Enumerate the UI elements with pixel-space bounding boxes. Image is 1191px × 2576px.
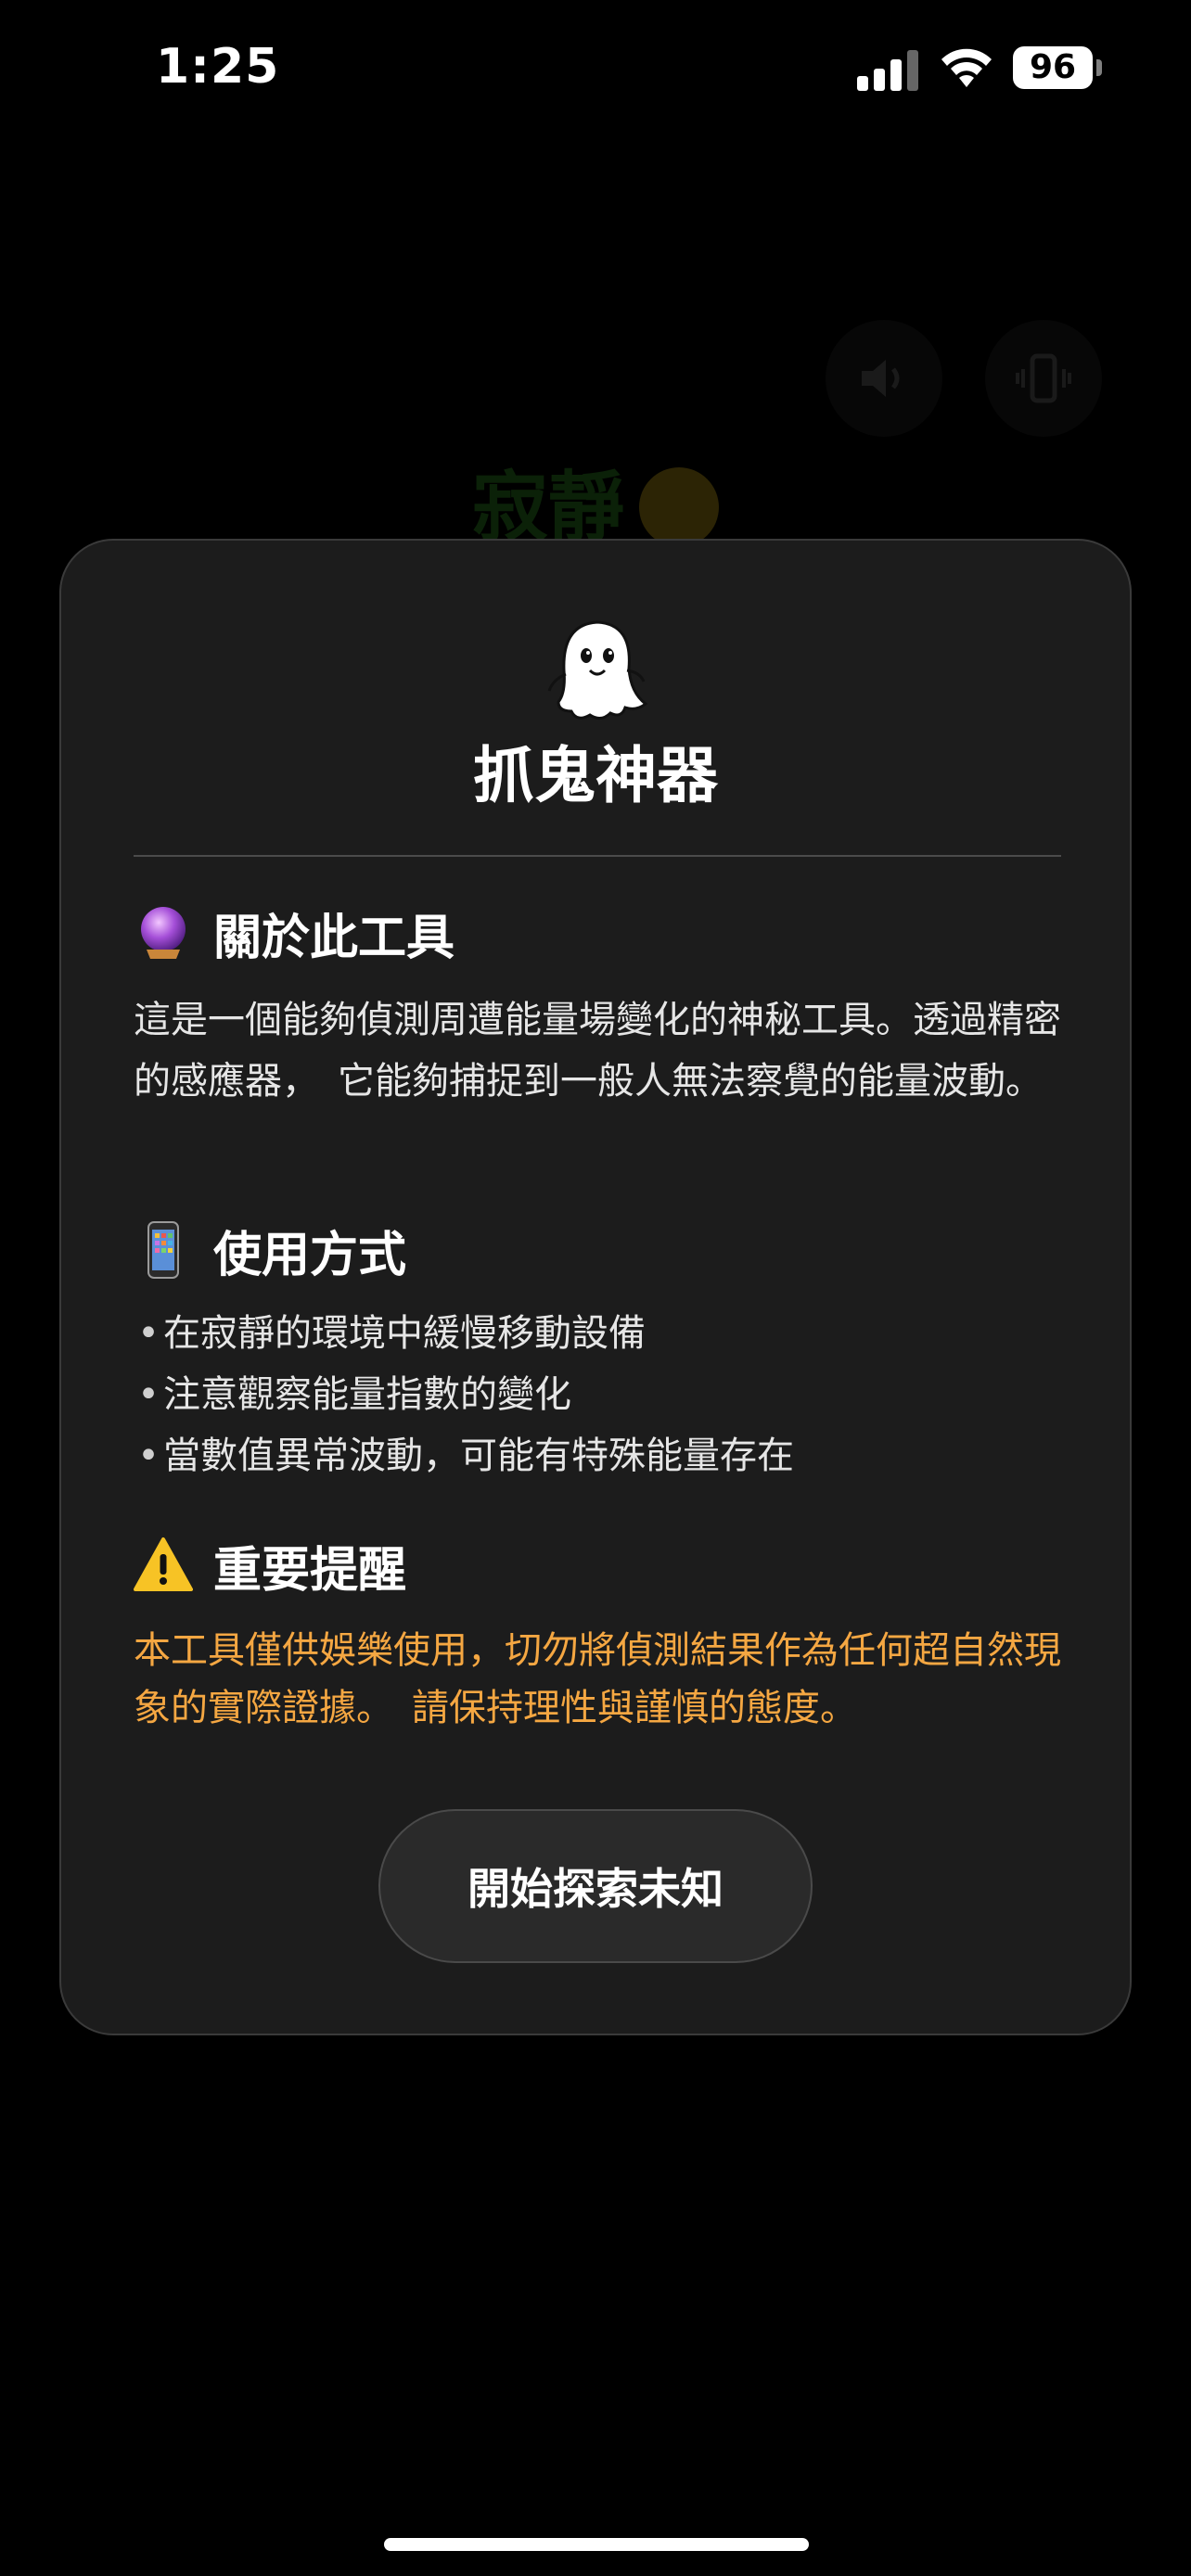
battery-tip [1096, 59, 1102, 76]
bullet: • [137, 1435, 160, 1477]
title-divider [134, 855, 1061, 857]
about-section-heading: 關於此工具 [134, 900, 455, 966]
status-bar: 1:25 96 [0, 0, 1191, 139]
battery-level: 96 [1013, 46, 1093, 89]
about-description: 這是一個能夠偵測周遭能量場變化的神秘工具。透過精密的感應器， 它能夠捕捉到一般人… [134, 999, 1061, 1103]
usage-item-3: • 當數值異常波動，可能有特殊能量存在 [134, 1425, 1070, 1486]
bullet: • [137, 1373, 160, 1416]
ghost-icon [547, 620, 648, 720]
sunglasses-face-icon [639, 466, 719, 547]
app-screen: 1:25 96 寂靜 抓鬼神器 關於此工具 這是一個能夠偵測周遭能量場變化的神秘… [0, 0, 1191, 2576]
crystal-ball-icon [134, 903, 193, 963]
mobile-phone-icon [134, 1220, 193, 1280]
usage-item-text: 注意觀察能量指數的變化 [163, 1373, 571, 1416]
warning-section-heading: 重要提醒 [134, 1533, 407, 1599]
usage-item-text: 當數值異常波動，可能有特殊能量存在 [163, 1435, 794, 1477]
warning-icon [134, 1536, 193, 1595]
usage-item-2: • 注意觀察能量指數的變化 [134, 1364, 1070, 1425]
sound-toggle-button[interactable] [826, 320, 942, 437]
usage-list: • 在寂靜的環境中緩慢移動設備 • 注意觀察能量指數的變化 • 當數值異常波動，可能有… [134, 1303, 1070, 1486]
usage-section-heading: 使用方式 [134, 1218, 407, 1283]
cellular-signal-icon [857, 50, 918, 91]
usage-item-1: • 在寂靜的環境中緩慢移動設備 [134, 1303, 1070, 1364]
intro-modal: 抓鬼神器 關於此工具 這是一個能夠偵測周遭能量場變化的神秘工具。透過精密的感應器… [59, 539, 1132, 2035]
vibrate-icon [1016, 353, 1071, 403]
home-indicator[interactable] [384, 2538, 809, 2551]
about-heading-text: 關於此工具 [213, 910, 455, 966]
usage-item-text: 在寂靜的環境中緩慢移動設備 [163, 1312, 646, 1355]
speaker-icon [862, 360, 900, 397]
app-title: 抓鬼神器 [473, 740, 718, 811]
bullet: • [137, 1312, 160, 1355]
status-time: 1:25 [156, 39, 280, 95]
warning-description: 本工具僅供娛樂使用，切勿將偵測結果作為任何超自然現象的實際證據。 請保持理性與謹… [134, 1629, 1061, 1729]
start-exploring-button[interactable]: 開始探索未知 [378, 1809, 813, 1963]
warning-heading-text: 重要提醒 [213, 1542, 407, 1599]
wifi-icon [941, 48, 992, 87]
vibrate-toggle-button[interactable] [985, 320, 1102, 437]
usage-heading-text: 使用方式 [213, 1227, 407, 1283]
